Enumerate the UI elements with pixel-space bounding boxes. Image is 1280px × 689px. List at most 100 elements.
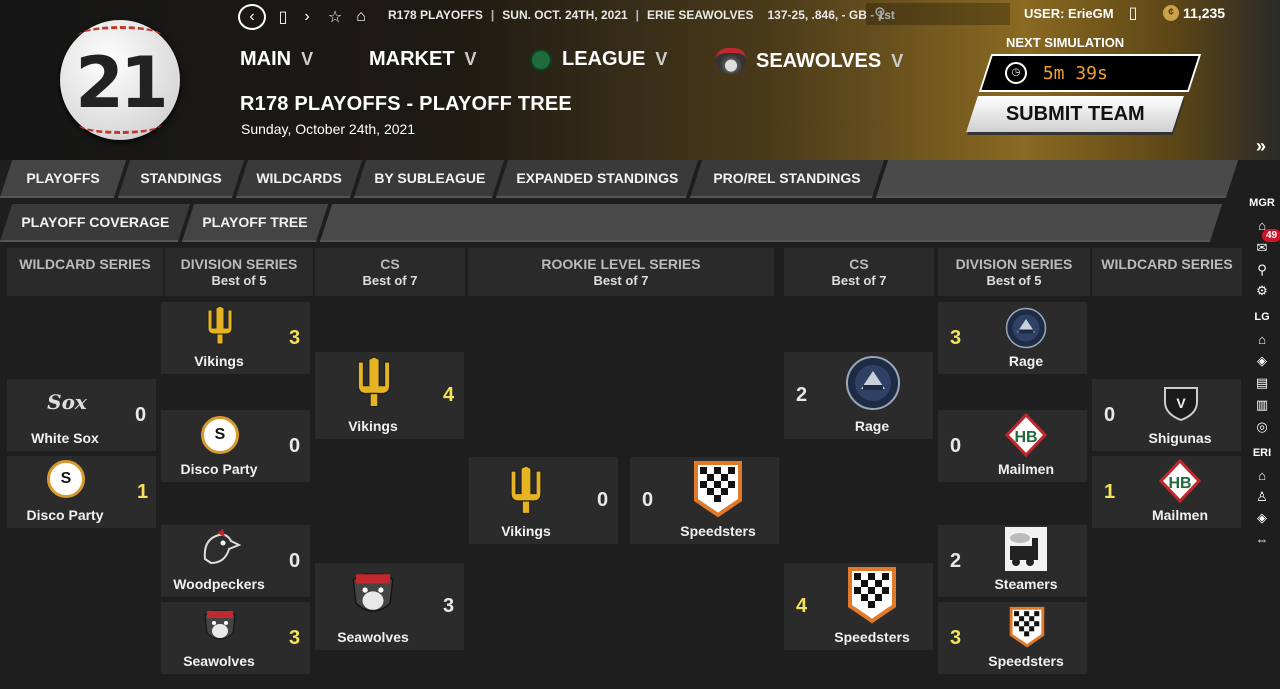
nav-team[interactable]: SEAWOLVES V — [716, 48, 903, 74]
nav-league-label: LEAGUE — [562, 48, 646, 70]
nav-main[interactable]: MAIN V — [240, 48, 313, 71]
diamond-icon[interactable]: ◈ — [1244, 510, 1280, 526]
home-icon[interactable]: ⌂ — [1244, 468, 1280, 483]
series-score: 1 — [137, 481, 149, 503]
mail-icon[interactable]: ✉ — [1244, 240, 1280, 256]
team-card-shigunas[interactable]: V Shigunas 0 — [1092, 379, 1241, 451]
tab-pro-rel-standings[interactable]: PRO/REL STANDINGS — [689, 160, 885, 198]
mailmen-monogram: HB — [1014, 429, 1037, 446]
tab-bar-primary: PLAYOFFS STANDINGS WILDCARDS BY SUBLEAGU… — [0, 160, 1239, 198]
team-name: Speedsters — [988, 653, 1064, 669]
series-score: 3 — [950, 627, 962, 649]
submit-team-label: SUBMIT TEAM — [1005, 102, 1145, 125]
team-name: Speedsters — [834, 629, 910, 645]
sim-timer[interactable]: ◷ 5m 39s — [978, 54, 1202, 92]
team-card-speedsters[interactable]: Speedsters 3 — [938, 602, 1087, 674]
team-name: White Sox — [31, 430, 99, 446]
series-score: 3 — [443, 595, 455, 617]
team-card-woodpeckers[interactable]: Woodpeckers 0 — [161, 525, 310, 597]
column-title: DIVISION SERIES — [955, 256, 1073, 272]
series-score: 1 — [1104, 481, 1116, 503]
context-text: R178 PLAYOFFS — [388, 8, 483, 22]
team-card-seawolves[interactable]: Seawolves 3 — [315, 563, 464, 650]
nav-league[interactable]: LEAGUE V — [530, 48, 667, 71]
series-score: 3 — [950, 327, 962, 349]
team-name: Mailmen — [1151, 507, 1208, 523]
team-card-seawolves[interactable]: Seawolves 3 — [161, 602, 310, 674]
nav-market-label: MARKET — [369, 48, 455, 70]
ootp-logo[interactable]: 21 — [60, 20, 180, 140]
column-header: CS Best of 7 — [315, 248, 465, 296]
chevron-down-icon: V — [655, 49, 668, 69]
logo-number: 21 — [75, 42, 168, 124]
team-card-speedsters[interactable]: Speedsters 4 — [784, 563, 933, 650]
transfer-icon[interactable]: ⇔ — [1244, 532, 1280, 547]
roster-icon[interactable]: ♙ — [1244, 489, 1280, 505]
coin-amount: 11,235 — [1183, 5, 1226, 21]
nav-market[interactable]: MARKET V — [369, 48, 477, 71]
team-card-vikings[interactable]: Vikings 0 — [469, 457, 618, 544]
series-score: 3 — [289, 327, 301, 349]
tab-standings[interactable]: STANDINGS — [117, 160, 245, 198]
search-input[interactable]: ⚲ — [866, 3, 1010, 25]
star-icon[interactable]: ☆ — [324, 4, 346, 30]
date-text: SUN. OCT. 24TH, 2021 — [502, 8, 628, 22]
back-icon[interactable]: ‹ — [238, 4, 266, 30]
mailmen-logo-icon: HB — [1158, 458, 1202, 504]
forward-icon[interactable]: › — [298, 4, 316, 30]
page-title: R178 PLAYOFFS - PLAYOFF TREE — [240, 93, 572, 115]
team-card-vikings[interactable]: Vikings 3 — [161, 302, 310, 374]
team-card-disco-party[interactable]: S Disco Party 0 — [161, 410, 310, 482]
tab-expanded-standings[interactable]: EXPANDED STANDINGS — [495, 160, 699, 198]
column-title: DIVISION SERIES — [180, 256, 298, 272]
baseball-icon[interactable]: ◎ — [1244, 419, 1280, 435]
team-name: Vikings — [501, 523, 551, 539]
page-subtitle: Sunday, October 24th, 2021 — [241, 121, 416, 137]
user-label[interactable]: USER: ErieGM — [1024, 6, 1114, 21]
stats-icon[interactable]: ▥ — [1244, 397, 1280, 413]
ball-seam — [78, 114, 162, 134]
team-card-vikings[interactable]: Vikings 4 — [315, 352, 464, 439]
tab-playoffs[interactable]: PLAYOFFS — [0, 160, 127, 198]
series-score: 0 — [597, 489, 609, 511]
gear-icon[interactable]: ⚙ — [1244, 283, 1280, 299]
rage-logo-icon — [1004, 306, 1048, 350]
phone-icon[interactable]: ▯ — [1124, 0, 1142, 26]
team-name: Speedsters — [680, 523, 756, 539]
team-card-rage[interactable]: Rage 3 — [938, 302, 1087, 374]
team-card-disco-party[interactable]: S Disco Party 1 — [7, 456, 156, 528]
coin-balance[interactable]: ¢ 11,235 — [1163, 5, 1225, 21]
team-card-steamers[interactable]: Steamers 2 — [938, 525, 1087, 597]
team-name: Seawolves — [183, 653, 255, 669]
tab-bar-filler — [875, 160, 1239, 198]
tab-by-subleague[interactable]: BY SUBLEAGUE — [353, 160, 505, 198]
tab-wildcards[interactable]: WILDCARDS — [235, 160, 363, 198]
series-score: 4 — [796, 595, 808, 617]
news-icon[interactable]: ▤ — [1244, 375, 1280, 391]
team-card-white-sox[interactable]: Sox White Sox 0 — [7, 379, 156, 451]
home-icon[interactable]: ⌂ — [1244, 332, 1280, 347]
submit-team-button[interactable]: SUBMIT TEAM — [966, 96, 1184, 132]
team-card-speedsters[interactable]: Speedsters 0 — [630, 457, 779, 544]
diamond-icon[interactable]: ◈ — [1244, 353, 1280, 369]
team-card-rage[interactable]: Rage 2 — [784, 352, 933, 439]
search-icon[interactable]: ⚲ — [1244, 262, 1280, 278]
tab-playoff-tree[interactable]: PLAYOFF TREE — [181, 204, 329, 242]
team-text[interactable]: ERIE SEAWOLVES — [647, 8, 753, 22]
column-subtitle: Best of 7 — [831, 273, 887, 288]
team-card-mailmen[interactable]: HB Mailmen 0 — [938, 410, 1087, 482]
page-icon[interactable]: ▯ — [274, 4, 292, 30]
column-header: WILDCARD SERIES — [1092, 248, 1242, 296]
coin-icon: ¢ — [1163, 5, 1179, 21]
separator: | — [635, 8, 640, 22]
team-card-mailmen[interactable]: HB Mailmen 1 — [1092, 456, 1241, 528]
nav-main-label: MAIN — [240, 48, 292, 70]
home-icon[interactable]: ⌂ — [350, 4, 372, 30]
mail-badge: 49 — [1262, 229, 1280, 242]
expand-icon[interactable]: » — [1256, 136, 1266, 157]
speedsters-flag-icon — [846, 565, 898, 625]
column-header: DIVISION SERIES Best of 5 — [165, 248, 313, 296]
woodpeckers-logo-icon — [197, 529, 241, 569]
tab-playoff-coverage[interactable]: PLAYOFF COVERAGE — [0, 204, 191, 242]
tab-label: EXPANDED STANDINGS — [516, 170, 679, 186]
